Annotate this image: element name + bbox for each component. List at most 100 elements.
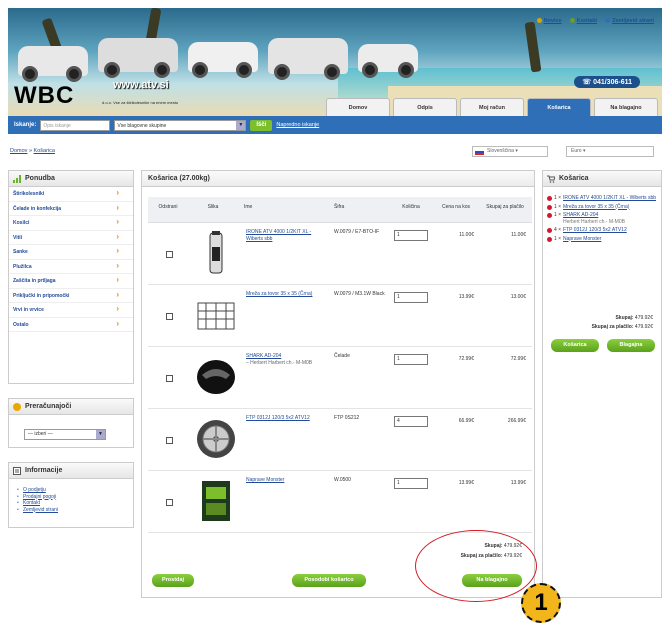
product-image[interactable]	[196, 353, 236, 401]
site-logo[interactable]: WBC	[14, 82, 74, 110]
quantity-input[interactable]: 1	[394, 292, 428, 303]
quantity-input[interactable]: 4	[394, 416, 428, 427]
mini-cart-item-link[interactable]: SHARK AD-204	[563, 212, 598, 218]
bullet-icon	[547, 236, 552, 242]
tab-checkout[interactable]: Na blagajno	[594, 98, 658, 116]
tab-cart[interactable]: Košarica	[527, 98, 591, 116]
unit-price: 11.00€	[459, 232, 474, 238]
mini-cart-item-link[interactable]: Naprave Monster	[563, 236, 601, 242]
bullet-icon	[547, 204, 552, 210]
annotation-step-badge: 1	[521, 583, 561, 623]
sitemap-link[interactable]: Zemljevid strani	[605, 18, 654, 24]
product-code: Čelade	[334, 353, 350, 359]
line-total: 72.99€	[510, 356, 526, 362]
unit-price: 72.99€	[458, 356, 474, 362]
list-item: 4 × FTP 0312J 120/3 5x2 ATV12	[543, 227, 661, 234]
mini-cart-box: Košarica 1 × IRONE ATV 4000 1/2KIT XL - W…	[542, 170, 662, 598]
category-item[interactable]: Vrvi in vrvice	[9, 302, 133, 318]
cart-table-header: Odstrani Slika Ime Šifra Količina Cena n…	[148, 197, 532, 223]
line-total: 266.99€	[507, 418, 526, 424]
currency-title: Preračunajoči	[9, 399, 133, 415]
unit-price: 13.99€	[458, 480, 474, 486]
product-image[interactable]	[196, 477, 236, 525]
contact-link[interactable]: Kontakt	[569, 18, 597, 24]
mini-cart-list: 1 × IRONE ATV 4000 1/2KIT XL - Wiberts sb…	[543, 187, 661, 242]
product-code: W.0500	[334, 477, 351, 483]
remove-checkbox[interactable]	[166, 251, 173, 258]
group-select[interactable]: Vse blagovne skupine ▼	[114, 119, 247, 131]
mini-cart-item-link[interactable]: Mreža za tovor 35 x 35 (Črna)	[563, 204, 629, 210]
product-name-link[interactable]: IRONE ATV 4000 1/2KIT XL - Wiberts sbb	[246, 229, 311, 242]
category-item[interactable]: Kosilci	[9, 215, 133, 231]
info-link[interactable]: Zemljevid strani	[17, 507, 133, 514]
category-item[interactable]: Sanke	[9, 244, 133, 260]
product-name-link[interactable]: FTP 0312J 120/3 5x2 ATV12	[246, 415, 310, 421]
category-item[interactable]: Priključki in pripomočki	[9, 288, 133, 303]
remove-checkbox[interactable]	[166, 499, 173, 506]
remove-checkbox[interactable]	[166, 375, 173, 382]
category-item[interactable]: Štirikolesniki	[9, 186, 133, 202]
product-image[interactable]	[196, 229, 236, 277]
product-name-link[interactable]: Mreža za tovor 35 x 35 (Črna)	[246, 291, 312, 297]
search-input[interactable]: Opis iskanje	[40, 119, 111, 131]
advanced-search-link[interactable]: Napredno iskanje	[276, 122, 319, 128]
document-icon	[13, 467, 21, 475]
product-name-link[interactable]: SHARK AD-204	[246, 353, 281, 359]
quantity-input[interactable]: 1	[394, 230, 428, 241]
product-subtitle: – Herbert Harbert ch.- M-M0B	[246, 359, 313, 366]
mini-cart-item-link[interactable]: IRONE ATV 4000 1/2KIT XL - Wiberts sbb	[563, 195, 656, 201]
product-code: FTP 0S212	[334, 415, 360, 421]
category-list: Štirikolesniki Čelade in konfekcija Kosi…	[9, 186, 133, 332]
quantity-input[interactable]: 1	[394, 478, 428, 489]
list-item: 1 × Naprave Monster	[543, 236, 661, 243]
annotation-highlight-ellipse	[415, 530, 537, 602]
search-button[interactable]: Išči	[250, 119, 273, 131]
star-icon	[536, 18, 542, 24]
breadcrumb-current[interactable]: Košarica	[34, 148, 55, 154]
quantity-input[interactable]: 1	[394, 354, 428, 365]
mini-cart-item-link[interactable]: FTP 0312J 120/3 5x2 ATV12	[563, 227, 627, 233]
currency-converter-select[interactable]: — izberi — ▼	[24, 429, 106, 440]
product-name-link[interactable]: Naprave Monster	[246, 477, 284, 483]
table-row: FTP 0312J 120/3 5x2 ATV12 FTP 0S212 4 66…	[148, 409, 532, 471]
categories-title: Ponudba	[9, 171, 133, 187]
categories-box: Ponudba Štirikolesniki Čelade in konfekc…	[8, 170, 134, 384]
product-image[interactable]	[196, 415, 236, 463]
cart-title: Košarica (27.00kg)	[142, 171, 534, 187]
update-cart-button[interactable]: Posodobi košarico	[292, 574, 366, 587]
remove-checkbox[interactable]	[166, 313, 173, 320]
chevron-down-icon: ▼	[96, 430, 105, 439]
unit-price: 66.99€	[458, 418, 474, 424]
language-select[interactable]: Slovenščina ▾	[472, 146, 548, 157]
tab-my-account[interactable]: Moj račun	[460, 98, 524, 116]
chevron-down-icon: ▼	[236, 120, 246, 130]
search-bar: Iskanje: Opis iskanje Vse blagovne skupi…	[8, 116, 662, 134]
product-image[interactable]	[196, 291, 236, 339]
tab-home[interactable]: Domov	[326, 98, 390, 116]
breadcrumb: Domov » Košarica	[10, 148, 55, 154]
category-item[interactable]: Čelade in konfekcija	[9, 201, 133, 216]
breadcrumb-home[interactable]: Domov	[10, 148, 27, 154]
currency-select[interactable]: Euro ▾	[566, 146, 654, 157]
category-item[interactable]: Vitli	[9, 230, 133, 245]
quad-bike-image	[358, 44, 418, 78]
category-item[interactable]: Zaščita in prtljaga	[9, 273, 133, 289]
currency-box: Preračunajoči — izberi — ▼	[8, 398, 134, 448]
mini-cart-title: Košarica	[543, 171, 661, 187]
category-item[interactable]: Plužilca	[9, 259, 133, 274]
product-code: W.0079 / E7-BTO-IF	[334, 229, 380, 235]
category-item[interactable]: Ostalo	[9, 317, 133, 332]
cart-table: Odstrani Slika Ime Šifra Količina Cena n…	[148, 197, 532, 533]
bullet-icon	[547, 228, 552, 233]
tab-logout[interactable]: Odpis	[393, 98, 457, 116]
unit-price: 13.99€	[458, 294, 474, 300]
site-url: www.atv.si	[113, 79, 169, 91]
flag-icon	[475, 149, 484, 155]
mini-cart-button[interactable]: Košarica	[551, 339, 599, 352]
mini-checkout-button[interactable]: Blagajna	[607, 339, 655, 352]
continue-shopping-button[interactable]: Prostdaj	[152, 574, 194, 587]
news-link[interactable]: Novice	[536, 18, 562, 24]
bullet-icon	[547, 213, 552, 218]
remove-checkbox[interactable]	[166, 437, 173, 444]
list-item: 1 × SHARK AD-204 Herbert Harbert ch.- M-M0…	[543, 212, 661, 225]
